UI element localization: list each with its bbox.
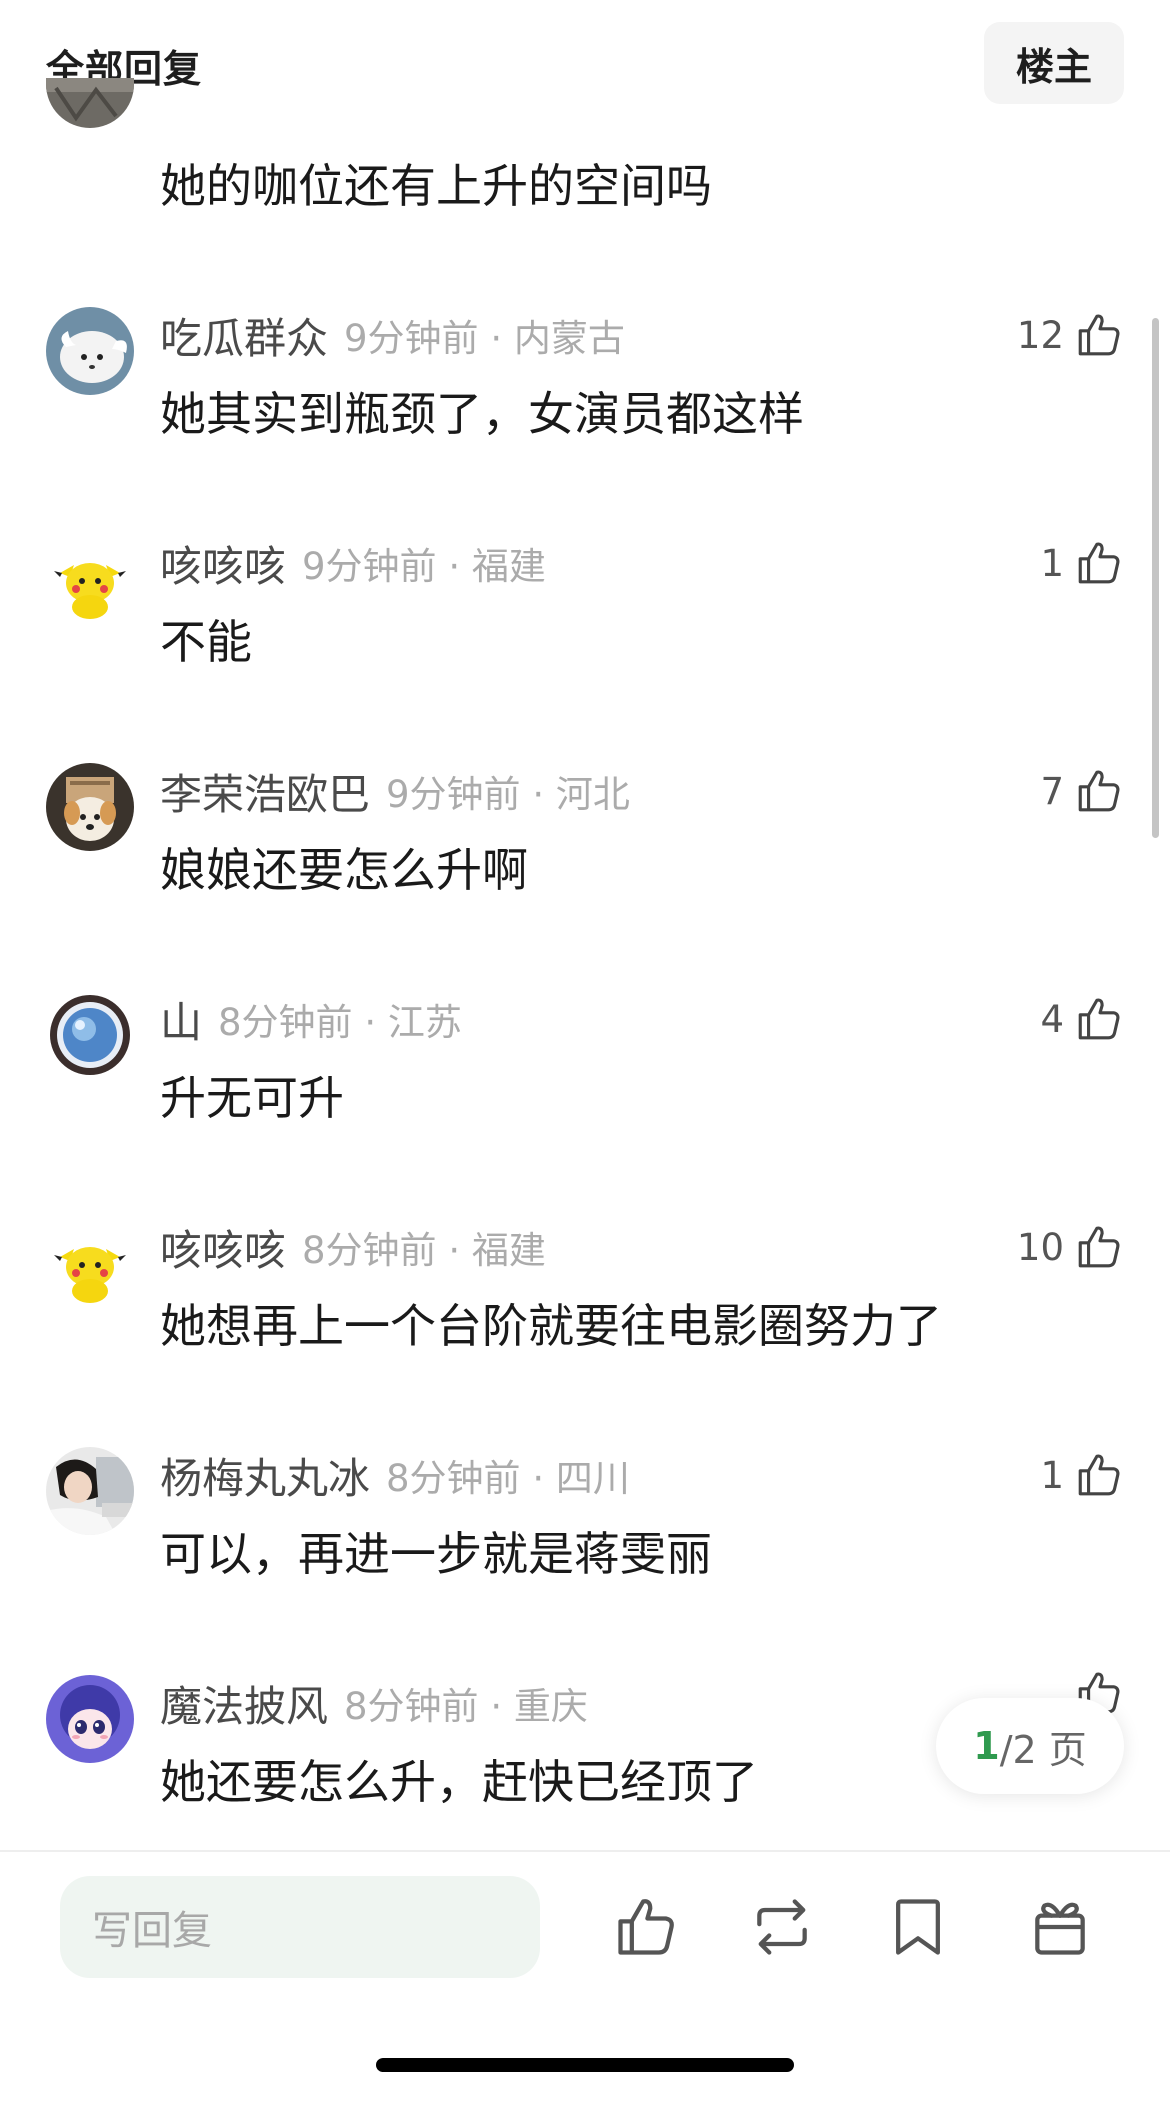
white-dog-avatar[interactable] xyxy=(46,307,134,395)
thumbs-up-icon xyxy=(1078,1226,1120,1268)
home-indicator[interactable] xyxy=(376,2058,794,2072)
repost-icon[interactable] xyxy=(748,1893,816,1961)
comment-text: 她其实到瓶颈了，女演员都这样 xyxy=(160,387,804,441)
like-button[interactable]: 7 xyxy=(1040,763,1124,819)
comment-text: 不能 xyxy=(160,615,252,669)
pikachu-avatar[interactable] xyxy=(46,1219,134,1307)
reply-input[interactable]: 写回复 xyxy=(60,1876,540,1978)
thumbs-up-icon xyxy=(1078,542,1120,584)
comment-meta: 咳咳咳 8分钟前 · 福建 xyxy=(160,1219,546,1275)
time-location: 8分钟前 · 江苏 xyxy=(218,1001,462,1044)
comment-meta: 山 8分钟前 · 江苏 xyxy=(160,991,462,1047)
username[interactable]: 李荣浩欧巴 xyxy=(160,761,370,822)
comment-text: 她的咖位还有上升的空间吗 xyxy=(160,159,712,213)
comment-text: 她还要怎么升，赶快已经顶了 xyxy=(160,1755,758,1809)
thumbs-up-icon xyxy=(1078,998,1120,1040)
username[interactable]: 杨梅丸丸冰 xyxy=(160,1445,370,1506)
like-count: 10 xyxy=(1016,1225,1064,1269)
time-location: 9分钟前 · 福建 xyxy=(302,545,546,588)
avatar[interactable] xyxy=(46,78,134,128)
page-indicator[interactable]: 1/2 页 xyxy=(936,1698,1124,1794)
comment-text: 可以，再进一步就是蒋雯丽 xyxy=(160,1527,712,1581)
divider xyxy=(0,1850,1170,1852)
comment-text: 升无可升 xyxy=(160,1071,344,1125)
thumbs-up-icon xyxy=(1078,770,1120,812)
girl-photo-avatar[interactable] xyxy=(46,1447,134,1535)
thumbs-up-icon xyxy=(1078,314,1120,356)
username[interactable]: 咳咳咳 xyxy=(160,1217,286,1278)
current-page: 1 xyxy=(973,1724,1000,1768)
comment-meta: 李荣浩欧巴 9分钟前 · 河北 xyxy=(160,763,630,819)
like-count: 4 xyxy=(1040,997,1064,1041)
like-count: 12 xyxy=(1016,313,1064,357)
time-location: 9分钟前 · 内蒙古 xyxy=(344,317,625,360)
comment-text: 娘娘还要怎么升啊 xyxy=(160,843,528,897)
pikachu-avatar[interactable] xyxy=(46,535,134,623)
comment-meta: 吃瓜群众 9分钟前 · 内蒙古 xyxy=(160,307,625,363)
like-button[interactable]: 12 xyxy=(1017,307,1124,363)
like-button[interactable]: 1 xyxy=(1040,1447,1124,1503)
blue-orb-avatar[interactable] xyxy=(46,991,134,1079)
box-dog-avatar[interactable] xyxy=(46,763,134,851)
username[interactable]: 山 xyxy=(160,989,202,1050)
time-location: 9分钟前 · 河北 xyxy=(386,773,630,816)
username[interactable]: 魔法披风 xyxy=(160,1673,328,1734)
gift-icon[interactable] xyxy=(1026,1893,1094,1961)
like-button[interactable]: 4 xyxy=(1040,991,1124,1047)
comment-text: 她想再上一个台阶就要往电影圈努力了 xyxy=(160,1299,942,1353)
username[interactable]: 吃瓜群众 xyxy=(160,305,328,366)
total-pages: /2 页 xyxy=(999,1727,1087,1772)
anime-girl-avatar[interactable] xyxy=(46,1675,134,1763)
thumbs-up-icon xyxy=(1078,1454,1120,1496)
thumbs-up-icon[interactable] xyxy=(612,1893,680,1961)
scrollbar[interactable] xyxy=(1152,318,1159,838)
comment-meta: 杨梅丸丸冰 8分钟前 · 四川 xyxy=(160,1447,630,1503)
like-button[interactable]: 1 xyxy=(1040,535,1124,591)
time-location: 8分钟前 · 福建 xyxy=(302,1229,546,1272)
username[interactable]: 咳咳咳 xyxy=(160,533,286,594)
comment-meta: 魔法披风 8分钟前 · 重庆 xyxy=(160,1675,588,1731)
comment-page: 全部回复 楼主 她的咖位还有上升的空间吗 吃瓜群众 9分钟前 · 内蒙古 12 … xyxy=(0,0,1170,2103)
op-only-button[interactable]: 楼主 xyxy=(984,22,1124,104)
bookmark-icon[interactable] xyxy=(884,1893,952,1961)
comment-meta: 咳咳咳 9分钟前 · 福建 xyxy=(160,535,546,591)
like-button[interactable]: 10 xyxy=(1017,1219,1124,1275)
like-count: 1 xyxy=(1040,1453,1064,1497)
time-location: 8分钟前 · 重庆 xyxy=(344,1685,588,1728)
like-count: 1 xyxy=(1040,541,1064,585)
like-count: 7 xyxy=(1040,769,1064,813)
time-location: 8分钟前 · 四川 xyxy=(386,1457,630,1500)
